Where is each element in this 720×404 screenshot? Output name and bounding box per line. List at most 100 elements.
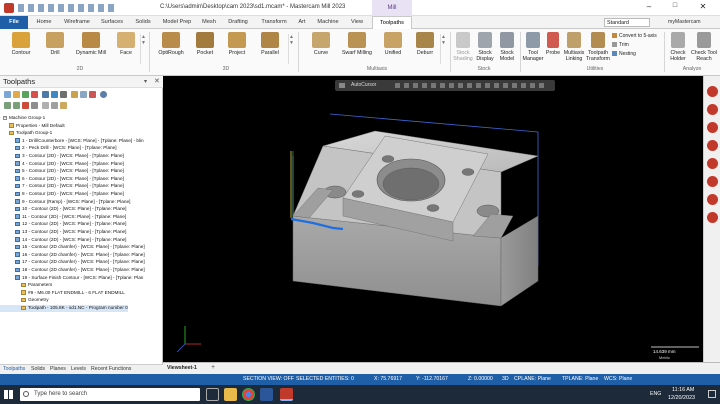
tree-row[interactable]: 15 - Contour (2D chamfer) - [WCS: Plane]… xyxy=(0,244,145,251)
stock-display-button[interactable]: Stock Display xyxy=(474,32,496,66)
view-front-icon[interactable] xyxy=(707,122,718,133)
cplane-status[interactable]: CPLANE: Plane xyxy=(514,376,551,382)
help-icon[interactable] xyxy=(100,91,107,98)
tree-row[interactable]: 2 - Peck Drill - [WCS: Plane] - [Tplane:… xyxy=(0,145,117,152)
clock-time[interactable]: 11:16 AM xyxy=(672,387,694,393)
tree-row[interactable]: 16 - Contour (2D chamfer) - [WCS: Plane]… xyxy=(0,252,145,259)
toggle-post-icon[interactable] xyxy=(60,102,67,109)
tree-row[interactable]: 4 - Contour (2D) - [WCS: Plane] - [Tplan… xyxy=(0,161,124,168)
notification-icon[interactable] xyxy=(708,390,716,398)
task-view-icon[interactable] xyxy=(206,388,219,401)
tree-row[interactable]: 11 - Contour (2D) - [WCS: Plane] - [Tpla… xyxy=(0,214,126,221)
move-down-icon[interactable] xyxy=(4,102,11,109)
regenerate-icon[interactable] xyxy=(22,91,29,98)
tree-row[interactable]: 14 - Contour (2D) - [WCS: Plane] - [Tpla… xyxy=(0,237,126,244)
tree-row[interactable]: 5 - Contour (2D) - [WCS: Plane] - [Tplan… xyxy=(0,168,124,175)
quick-access-toolbar[interactable] xyxy=(18,4,118,12)
tab-mesh[interactable]: Mesh xyxy=(198,16,220,29)
tree-row[interactable]: 7 - Contour (2D) - [WCS: Plane] - [Tplan… xyxy=(0,183,124,190)
close-button[interactable]: ✕ xyxy=(694,2,712,14)
mastercam-taskbar-icon[interactable] xyxy=(280,388,293,401)
tab-levels-manager[interactable]: Levels xyxy=(71,366,86,372)
select-dirty-icon[interactable] xyxy=(13,91,20,98)
deburr-button[interactable]: Deburr xyxy=(410,32,440,66)
stock-model-button[interactable]: Stock Model xyxy=(496,32,518,66)
select-all-icon[interactable] xyxy=(4,91,11,98)
insert-arrow-icon[interactable] xyxy=(22,102,29,109)
view-fit-icon[interactable] xyxy=(707,86,718,97)
minimize-button[interactable]: – xyxy=(640,2,658,14)
tree-row[interactable]: 13 - Contour (2D) - [WCS: Plane] - [Tpla… xyxy=(0,229,126,236)
autocursor-dropdown[interactable]: AutoCursor xyxy=(351,82,376,88)
start-button[interactable] xyxy=(4,390,13,399)
multiaxis-linking-button[interactable]: Multiaxis Linking xyxy=(562,32,586,66)
check-holder-button[interactable]: Check Holder xyxy=(666,32,690,66)
panel-pin-icon[interactable]: ▾ xyxy=(144,78,147,85)
post-selected-icon[interactable] xyxy=(71,91,78,98)
parallel-button[interactable]: Parallel xyxy=(254,32,286,66)
selection-mode-icon[interactable] xyxy=(339,83,345,88)
tree-row[interactable]: Parameters xyxy=(0,282,52,289)
taskbar-search[interactable]: Type here to search xyxy=(20,388,200,401)
tab-art[interactable]: Art xyxy=(294,16,310,29)
project-button[interactable]: Project xyxy=(222,32,252,66)
toolpath-tree[interactable]: − Machine Group-1 Properties - Mill Defaul… xyxy=(0,115,163,343)
chrome-icon[interactable] xyxy=(242,388,255,401)
view-right-icon[interactable] xyxy=(707,140,718,151)
tree-row[interactable]: 17 - Contour (2D chamfer) - [WCS: Plane]… xyxy=(0,259,145,266)
tab-wireframe[interactable]: Wireframe xyxy=(60,16,94,29)
tab-planes-manager[interactable]: Planes xyxy=(50,366,66,372)
tree-row[interactable]: 9 - Contour (Ramp) - [WCS: Plane] - [Tpl… xyxy=(0,199,130,206)
word-icon[interactable] xyxy=(260,388,273,401)
workspace-select[interactable]: Standard xyxy=(604,18,650,27)
lock-icon[interactable] xyxy=(51,102,58,109)
tab-surfaces[interactable]: Surfaces xyxy=(96,16,128,29)
tree-row[interactable]: Toolpath - 105.8K - sd1.NC - Program num… xyxy=(0,305,128,312)
selection-filters[interactable] xyxy=(395,83,545,88)
simulate-icon[interactable] xyxy=(60,91,67,98)
drill-button[interactable]: Drill xyxy=(40,32,70,66)
tree-row[interactable]: 3 - Contour (2D) - [WCS: Plane] - [Tplan… xyxy=(0,153,124,160)
swarf-milling-button[interactable]: Swarf Milling xyxy=(338,32,376,66)
tab-recent-functions[interactable]: Recent Functions xyxy=(91,366,131,372)
view-wireframe-icon[interactable] xyxy=(707,212,718,223)
dynamic-mill-button[interactable]: Dynamic Mill xyxy=(72,32,110,66)
tab-transform[interactable]: Transform xyxy=(256,16,292,29)
file-explorer-icon[interactable] xyxy=(224,388,237,401)
tree-row[interactable]: 18 - Contour (2D chamfer) - [WCS: Plane]… xyxy=(0,267,145,274)
curve-button[interactable]: Curve xyxy=(306,32,336,66)
backplot-icon[interactable] xyxy=(42,91,49,98)
viewsheet-tab[interactable]: Viewsheet-1 xyxy=(167,365,197,371)
panel-close-icon[interactable]: ✕ xyxy=(154,77,160,85)
tree-row[interactable]: − Machine Group-1 xyxy=(0,115,45,122)
regenerate-dirty-icon[interactable] xyxy=(31,91,38,98)
pocket-button[interactable]: Pocket xyxy=(190,32,220,66)
tab-drafting[interactable]: Drafting xyxy=(222,16,254,29)
tab-toolpaths[interactable]: Toolpaths xyxy=(372,16,412,29)
delete-all-icon[interactable] xyxy=(89,91,96,98)
view-top-icon[interactable] xyxy=(707,104,718,115)
add-viewsheet-button[interactable]: + xyxy=(211,364,215,371)
move-up-icon[interactable] xyxy=(13,102,20,109)
tree-row[interactable]: Geometry xyxy=(0,297,49,304)
tree-row[interactable]: Properties - Mill Default xyxy=(0,123,65,130)
maximize-button[interactable]: □ xyxy=(666,2,684,14)
check-tool-reach-button[interactable]: Check Tool Reach xyxy=(690,32,718,66)
scroll-to-arrow-icon[interactable] xyxy=(31,102,38,109)
verify-icon[interactable] xyxy=(51,91,58,98)
language-indicator[interactable]: ENG xyxy=(650,391,661,397)
graphics-viewport[interactable]: 14.639 mm Metric xyxy=(163,76,703,362)
nesting-button[interactable]: Nesting xyxy=(612,51,636,57)
tab-machine[interactable]: Machine xyxy=(312,16,344,29)
tree-row[interactable]: 6 - Contour (2D) - [WCS: Plane] - [Tplan… xyxy=(0,176,124,183)
tree-row[interactable]: 12 - Contour (2D) - [WCS: Plane] - [Tpla… xyxy=(0,221,126,228)
toggle-display-icon[interactable] xyxy=(42,102,49,109)
tab-toolpaths-manager[interactable]: Toolpaths xyxy=(3,366,25,372)
wcs-status[interactable]: WCS: Plane xyxy=(604,376,632,382)
contour-button[interactable]: Contour xyxy=(4,32,38,66)
face-button[interactable]: Face xyxy=(112,32,140,66)
clock-date[interactable]: 12/20/2023 xyxy=(668,395,695,401)
tool-manager-button[interactable]: Tool Manager xyxy=(522,32,544,66)
view-iso-icon[interactable] xyxy=(707,158,718,169)
tree-row[interactable]: Toolpath Group-1 xyxy=(0,130,52,137)
